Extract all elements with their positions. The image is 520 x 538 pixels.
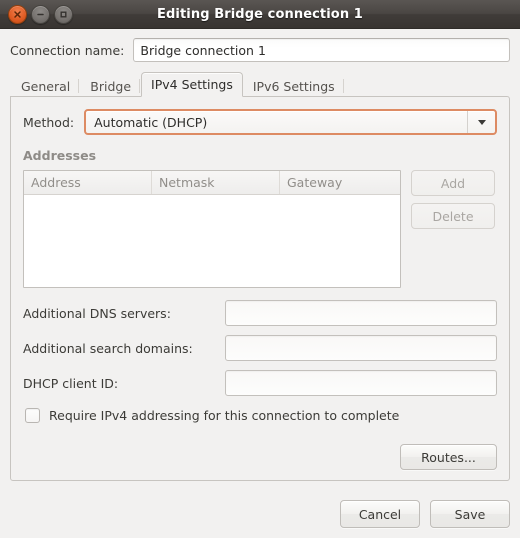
- method-label: Method:: [23, 114, 75, 130]
- titlebar: Editing Bridge connection 1: [0, 0, 520, 29]
- cancel-button[interactable]: Cancel: [340, 500, 420, 528]
- dhcp-client-id-row: DHCP client ID:: [23, 370, 497, 396]
- routes-row: Routes...: [23, 444, 497, 470]
- column-header-gateway[interactable]: Gateway: [280, 171, 400, 194]
- dhcp-client-id-label: DHCP client ID:: [23, 375, 119, 391]
- window-controls: [8, 4, 73, 24]
- dns-servers-label: Additional DNS servers:: [23, 305, 171, 321]
- require-ipv4-checkbox[interactable]: [25, 408, 40, 423]
- column-header-address[interactable]: Address: [24, 171, 152, 194]
- addresses-buttons: Add Delete: [411, 170, 495, 288]
- addresses-area: Address Netmask Gateway Add Delete: [23, 170, 497, 288]
- maximize-icon[interactable]: [54, 4, 73, 24]
- connection-name-row: Connection name: Bridge connection 1: [10, 38, 510, 62]
- minimize-icon[interactable]: [31, 4, 50, 24]
- addresses-table-body: [24, 195, 400, 287]
- search-domains-input[interactable]: [225, 335, 497, 361]
- close-icon[interactable]: [8, 4, 27, 24]
- editing-connection-window: Editing Bridge connection 1 Connection n…: [0, 0, 520, 538]
- addresses-table[interactable]: Address Netmask Gateway: [23, 170, 401, 288]
- addresses-section-label: Addresses: [23, 148, 97, 163]
- method-dropdown[interactable]: Automatic (DHCP): [84, 109, 497, 135]
- tab-ipv4-settings[interactable]: IPv4 Settings: [141, 72, 243, 97]
- dialog-body: Connection name: Bridge connection 1 Gen…: [0, 29, 520, 489]
- delete-address-button[interactable]: Delete: [411, 203, 495, 229]
- chevron-down-icon[interactable]: [467, 111, 495, 133]
- dns-servers-input[interactable]: [225, 300, 497, 326]
- search-domains-label: Additional search domains:: [23, 340, 193, 356]
- tab-ipv6-settings[interactable]: IPv6 Settings: [243, 74, 345, 97]
- dns-servers-row: Additional DNS servers:: [23, 300, 497, 326]
- tab-general[interactable]: General: [11, 74, 80, 97]
- search-domains-row: Additional search domains:: [23, 335, 497, 361]
- dhcp-client-id-input[interactable]: [225, 370, 497, 396]
- require-ipv4-label: Require IPv4 addressing for this connect…: [49, 408, 400, 423]
- connection-name-label: Connection name:: [10, 42, 125, 58]
- save-button[interactable]: Save: [430, 500, 510, 528]
- addresses-table-header: Address Netmask Gateway: [24, 171, 400, 195]
- tab-bridge[interactable]: Bridge: [80, 74, 141, 97]
- dialog-action-bar: Cancel Save: [0, 489, 520, 538]
- connection-name-input[interactable]: Bridge connection 1: [133, 38, 510, 62]
- routes-button[interactable]: Routes...: [400, 444, 497, 470]
- method-row: Method: Automatic (DHCP): [23, 109, 497, 135]
- require-ipv4-row[interactable]: Require IPv4 addressing for this connect…: [23, 408, 497, 423]
- tab-bar: General Bridge IPv4 Settings IPv6 Settin…: [10, 72, 510, 97]
- ipv4-settings-panel: Method: Automatic (DHCP) Addresses Addre…: [10, 96, 510, 481]
- add-address-button[interactable]: Add: [411, 170, 495, 196]
- method-selected-value: Automatic (DHCP): [94, 114, 208, 130]
- window-title: Editing Bridge connection 1: [157, 6, 363, 22]
- column-header-netmask[interactable]: Netmask: [152, 171, 280, 194]
